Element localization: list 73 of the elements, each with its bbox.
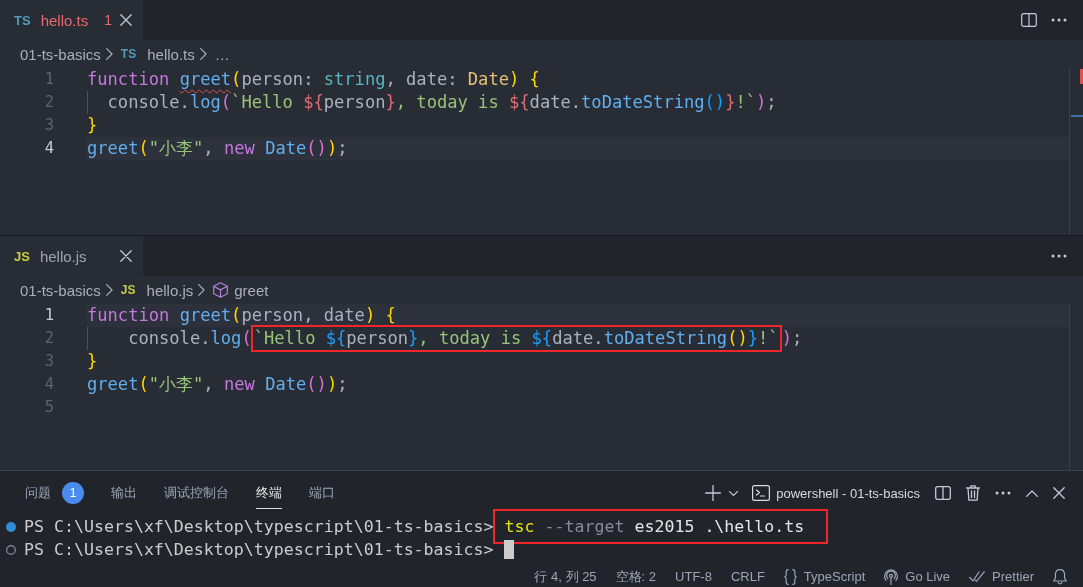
- code-line: greet("小李", new Date());: [87, 373, 348, 396]
- panel-tab[interactable]: 输出: [111, 477, 137, 509]
- broadcast-icon: [884, 568, 899, 585]
- cube-icon: [213, 282, 229, 298]
- panel-tab[interactable]: 端口: [309, 477, 335, 509]
- status-bar-item[interactable]: UTF-8: [675, 569, 712, 584]
- code-line: }: [87, 350, 98, 373]
- line-number: 4: [43, 138, 54, 159]
- breadcrumb-item[interactable]: hello.ts: [147, 45, 195, 63]
- terminal-prompt: PS C:\Users\xf\Desktop\typescript\01-ts-basics>: [24, 516, 494, 538]
- problem-count: 1: [104, 12, 112, 28]
- code-line: function greet(person, date) {: [87, 304, 396, 327]
- terminal-selector[interactable]: powershell - 01-ts-basics: [752, 485, 920, 501]
- double-check-icon: [969, 570, 986, 583]
- breadcrumb-item[interactable]: 01-ts-basics: [20, 45, 101, 63]
- panel-tab[interactable]: 调试控制台: [164, 477, 229, 509]
- more-icon[interactable]: [1051, 254, 1067, 258]
- breadcrumb-item[interactable]: …: [214, 45, 230, 63]
- code-line: }: [87, 114, 98, 137]
- close-icon[interactable]: [1053, 487, 1065, 499]
- braces-icon: [783, 568, 797, 585]
- status-bar-item[interactable]: Go Live: [884, 568, 951, 585]
- code-line: function greet(person: string, date: Date) {: [87, 68, 540, 91]
- terminal-icon: [752, 485, 771, 501]
- panel-tab[interactable]: 终端: [256, 477, 282, 509]
- status-bar-item[interactable]: 行 4, 列 25: [534, 567, 597, 586]
- close-icon[interactable]: [120, 250, 132, 262]
- bell-icon[interactable]: [1053, 568, 1067, 585]
- chevron-right-icon: [198, 284, 206, 296]
- line-number: 1: [43, 305, 54, 326]
- count-badge: 1: [62, 482, 84, 504]
- status-bar-item[interactable]: CRLF: [730, 569, 765, 584]
- chevron-right-icon: [199, 48, 207, 60]
- breadcrumb-item[interactable]: 01-ts-basics: [20, 281, 101, 299]
- chevron-up-icon[interactable]: [1026, 489, 1038, 497]
- line-number: 3: [43, 115, 54, 136]
- error-marker-icon: [1080, 69, 1083, 84]
- trash-icon[interactable]: [966, 485, 980, 501]
- line-number: 2: [43, 92, 54, 113]
- line-number: 5: [43, 397, 54, 418]
- status-bar-item[interactable]: 空格: 2: [615, 567, 657, 586]
- highlighted-command: tsc --target es2015 .\hello.ts: [492, 509, 829, 544]
- editor-tab[interactable]: JS hello.js: [0, 236, 143, 276]
- split-editor-icon[interactable]: [935, 486, 951, 500]
- code-text: console.log(: [87, 327, 252, 350]
- terminal-prompt: PS C:\Users\xf\Desktop\typescript\01-ts-basics>: [24, 539, 494, 561]
- more-icon[interactable]: [1051, 18, 1067, 22]
- editor-tab[interactable]: TS hello.ts 1: [0, 0, 143, 40]
- more-icon[interactable]: [995, 491, 1011, 495]
- code-line: greet("小李", new Date());: [87, 137, 348, 160]
- file-type-label: TS: [120, 47, 137, 61]
- code-text: );: [781, 327, 803, 350]
- breadcrumb-item[interactable]: hello.js: [146, 281, 194, 299]
- line-number: 3: [43, 351, 54, 372]
- chevron-right-icon: [105, 48, 113, 60]
- highlighted-code: `Hello ${person}, today is ${date.toDateString()}!`: [250, 325, 782, 352]
- close-icon[interactable]: [120, 14, 132, 26]
- breadcrumb-item[interactable]: greet: [213, 281, 269, 299]
- panel-tab[interactable]: 问题 1: [25, 476, 84, 510]
- plus-icon[interactable]: [705, 485, 722, 501]
- chevron-right-icon: [105, 284, 113, 296]
- line-number: 2: [43, 328, 54, 349]
- chevron-down-icon[interactable]: [729, 490, 739, 496]
- file-type-label: JS: [120, 283, 136, 297]
- file-type-label: TS: [14, 12, 31, 28]
- file-type-label: JS: [14, 248, 30, 264]
- cursor-marker-icon: [1071, 115, 1083, 117]
- status-bar-item[interactable]: Prettier: [969, 569, 1034, 584]
- status-bar-item[interactable]: TypeScript: [783, 568, 866, 585]
- split-editor-icon[interactable]: [1021, 13, 1037, 27]
- code-line: console.log(`Hello ${person}, today is ${date.toDateString()}!`);: [87, 91, 777, 114]
- line-number: 1: [43, 69, 54, 90]
- line-number: 4: [43, 374, 54, 395]
